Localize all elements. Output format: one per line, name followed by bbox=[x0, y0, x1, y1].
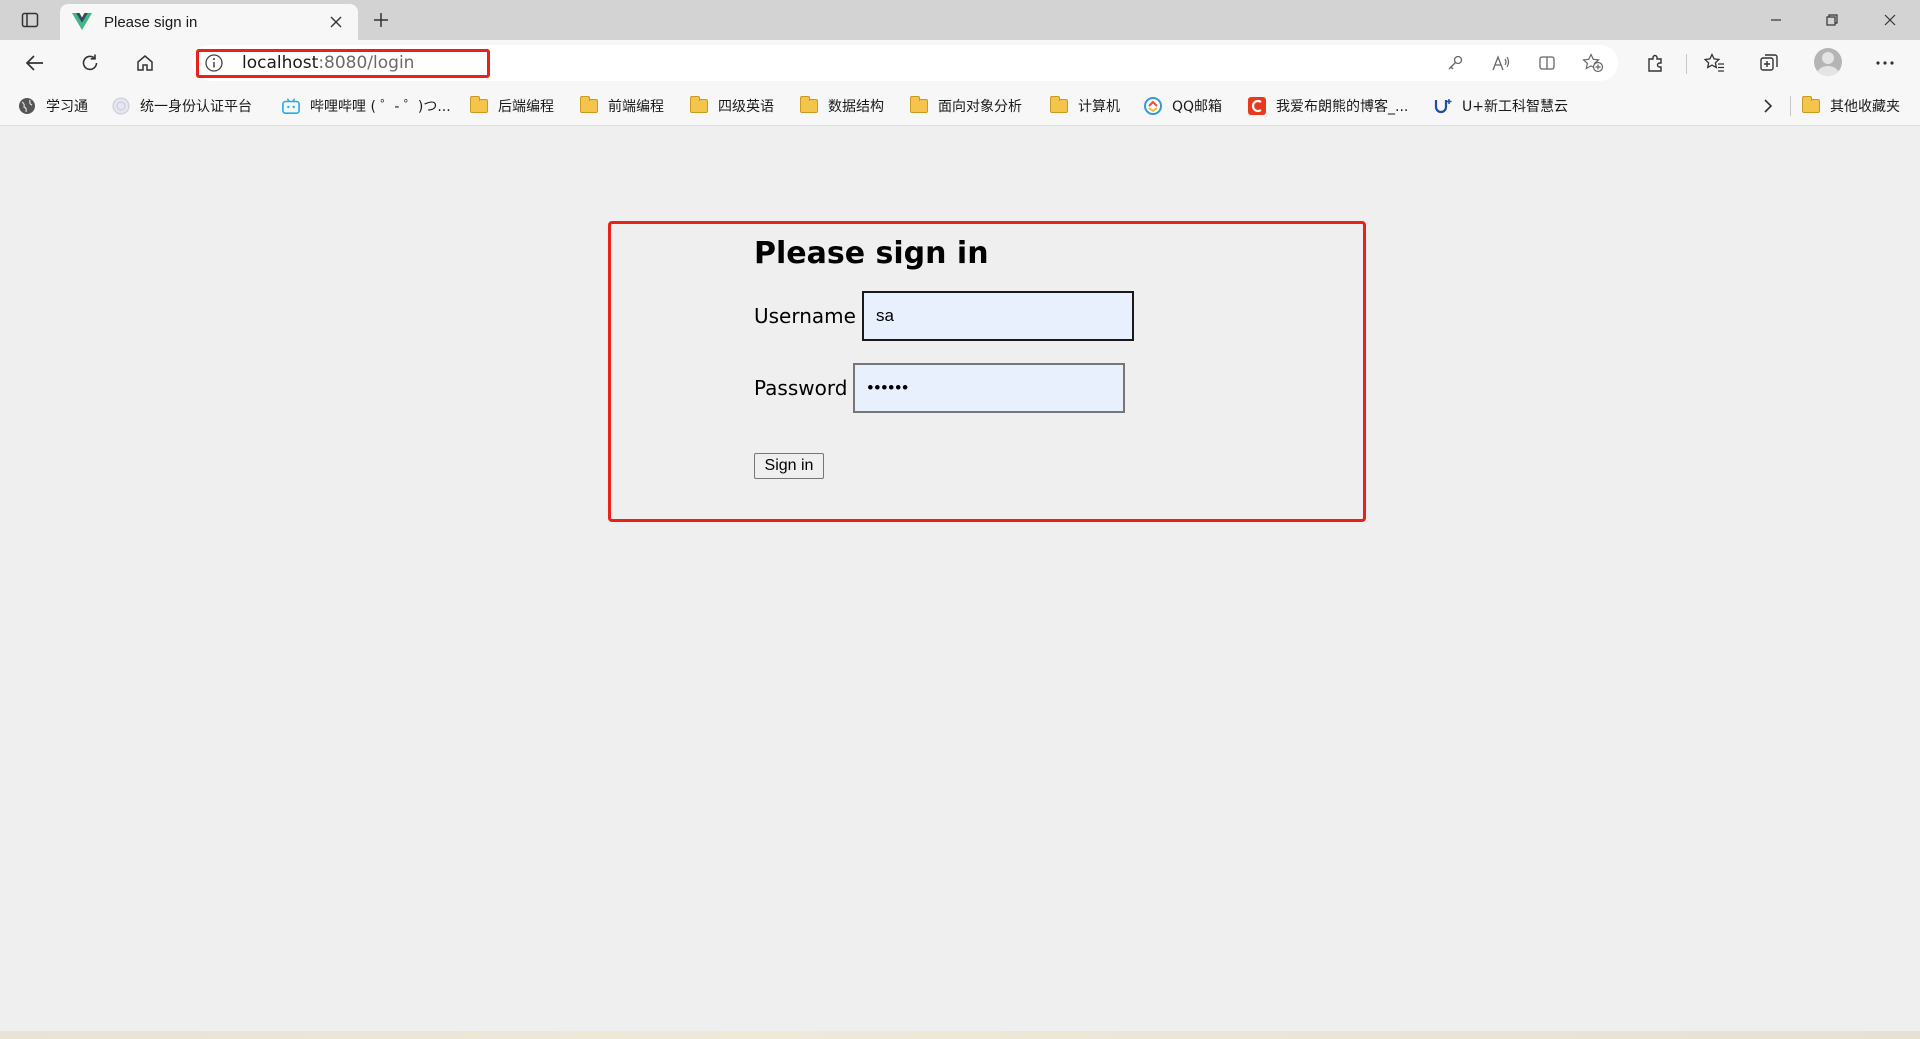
username-label: Username bbox=[754, 304, 856, 328]
bookmark-item[interactable]: QQ邮箱 bbox=[1144, 94, 1222, 118]
page-content: Please sign in Username Password Sign in bbox=[0, 127, 1920, 1031]
tab-actions-button[interactable] bbox=[12, 6, 48, 34]
refresh-icon bbox=[82, 54, 98, 71]
bookmark-label: 数据结构 bbox=[828, 99, 884, 115]
bookmark-label: U+新工科智慧云 bbox=[1462, 99, 1568, 115]
folder-icon bbox=[1050, 96, 1068, 115]
window-minimize-button[interactable] bbox=[1748, 0, 1804, 40]
extensions-button[interactable] bbox=[1638, 47, 1672, 79]
bookmark-label: 我爱布朗熊的博客_... bbox=[1276, 99, 1409, 115]
tab-title: Please sign in bbox=[104, 13, 198, 31]
page-title: Please sign in bbox=[754, 236, 989, 271]
bookmarks-overflow-button[interactable] bbox=[1756, 94, 1780, 118]
window-close-button[interactable] bbox=[1862, 0, 1918, 40]
collections-icon bbox=[1760, 54, 1778, 71]
favorites-icon bbox=[1704, 53, 1724, 72]
bookmark-label: 面向对象分析 bbox=[938, 99, 1022, 115]
url-highlight-box bbox=[196, 49, 490, 78]
bookmark-item[interactable]: 后端编程 bbox=[470, 94, 554, 118]
back-button[interactable] bbox=[18, 47, 52, 79]
bookmark-item[interactable]: 哔哩哔哩 ( ゜- ゜)つ... bbox=[282, 94, 451, 118]
bookmark-item[interactable]: 我爱布朗熊的博客_... bbox=[1248, 94, 1408, 118]
tab-close-button[interactable] bbox=[324, 10, 348, 34]
bookmarks-separator bbox=[1790, 96, 1791, 116]
bookmark-item[interactable]: U+新工科智慧云 bbox=[1434, 94, 1568, 118]
restore-icon bbox=[1826, 14, 1838, 26]
bookmark-item[interactable]: 前端编程 bbox=[580, 94, 664, 118]
bookmarks-bar: 学习通 统一身份认证平台 哔哩哔哩 ( ゜- ゜)つ... 后端编程 前端编程 … bbox=[0, 86, 1920, 126]
folder-icon bbox=[910, 96, 928, 115]
key-icon[interactable] bbox=[1442, 52, 1468, 74]
csdn-icon bbox=[1248, 97, 1266, 115]
folder-icon bbox=[690, 96, 708, 115]
folder-icon bbox=[800, 96, 818, 115]
profile-avatar[interactable] bbox=[1814, 48, 1842, 76]
bookmark-label: 计算机 bbox=[1078, 99, 1120, 115]
window-restore-button[interactable] bbox=[1804, 0, 1860, 40]
bookmark-item[interactable]: 统一身份认证平台 bbox=[112, 94, 252, 118]
folder-icon bbox=[1802, 96, 1820, 115]
puzzle-icon bbox=[1648, 54, 1662, 72]
settings-menu-button[interactable] bbox=[1868, 47, 1902, 79]
collections-button[interactable] bbox=[1752, 47, 1786, 79]
bookmark-label: QQ邮箱 bbox=[1172, 99, 1223, 115]
taskbar-edge bbox=[0, 1031, 1920, 1039]
username-input[interactable] bbox=[861, 291, 1134, 341]
folder-icon bbox=[580, 96, 598, 115]
other-favorites-folder[interactable]: 其他收藏夹 bbox=[1802, 94, 1900, 118]
sign-in-button[interactable]: Sign in bbox=[754, 453, 824, 479]
plus-icon bbox=[374, 13, 388, 27]
bookmark-label: 哔哩哔哩 ( ゜- ゜)つ... bbox=[310, 99, 451, 115]
globe-icon bbox=[18, 97, 36, 115]
bookmark-item[interactable]: 四级英语 bbox=[690, 94, 774, 118]
login-form: Please sign in Username Password Sign in bbox=[754, 236, 1154, 479]
browser-tab[interactable]: Please sign in bbox=[60, 4, 358, 40]
bookmark-label: 前端编程 bbox=[608, 99, 664, 115]
password-input[interactable] bbox=[853, 363, 1126, 413]
close-icon bbox=[1884, 14, 1896, 26]
add-favorite-icon[interactable] bbox=[1580, 52, 1606, 74]
home-icon bbox=[137, 55, 153, 71]
bookmark-label: 四级英语 bbox=[718, 99, 774, 115]
bookmark-label: 后端编程 bbox=[498, 99, 554, 115]
username-row: Username bbox=[754, 291, 1134, 341]
tab-actions-icon bbox=[21, 12, 39, 28]
back-arrow-icon bbox=[25, 55, 43, 71]
u-plus-icon bbox=[1434, 97, 1452, 115]
bookmark-item[interactable]: 面向对象分析 bbox=[910, 94, 1022, 118]
minimize-icon bbox=[1771, 19, 1781, 21]
home-button[interactable] bbox=[128, 47, 162, 79]
vue-logo-icon bbox=[72, 12, 92, 32]
more-dots-icon bbox=[1876, 61, 1894, 65]
qqmail-icon bbox=[1144, 97, 1162, 115]
folder-icon bbox=[470, 96, 488, 115]
bookmark-label: 统一身份认证平台 bbox=[140, 99, 252, 115]
bookmark-item[interactable]: 计算机 bbox=[1050, 94, 1120, 118]
new-tab-button[interactable] bbox=[366, 6, 396, 34]
password-label: Password bbox=[754, 376, 848, 400]
bookmark-item[interactable]: 数据结构 bbox=[800, 94, 884, 118]
close-icon bbox=[330, 16, 342, 28]
refresh-button[interactable] bbox=[73, 47, 107, 79]
other-favorites-label: 其他收藏夹 bbox=[1830, 99, 1900, 115]
browser-title-bar: Please sign in bbox=[0, 0, 1920, 40]
chevron-right-icon bbox=[1764, 99, 1773, 113]
toolbar-separator bbox=[1686, 54, 1687, 74]
favorites-button[interactable] bbox=[1698, 47, 1732, 79]
password-row: Password bbox=[754, 363, 1126, 413]
emblem-icon bbox=[112, 97, 130, 115]
read-aloud-icon[interactable] bbox=[1488, 52, 1514, 74]
bookmark-item[interactable]: 学习通 bbox=[18, 94, 88, 118]
bookmark-label: 学习通 bbox=[46, 99, 88, 115]
bilibili-icon bbox=[282, 97, 300, 115]
split-screen-icon[interactable] bbox=[1534, 52, 1560, 74]
